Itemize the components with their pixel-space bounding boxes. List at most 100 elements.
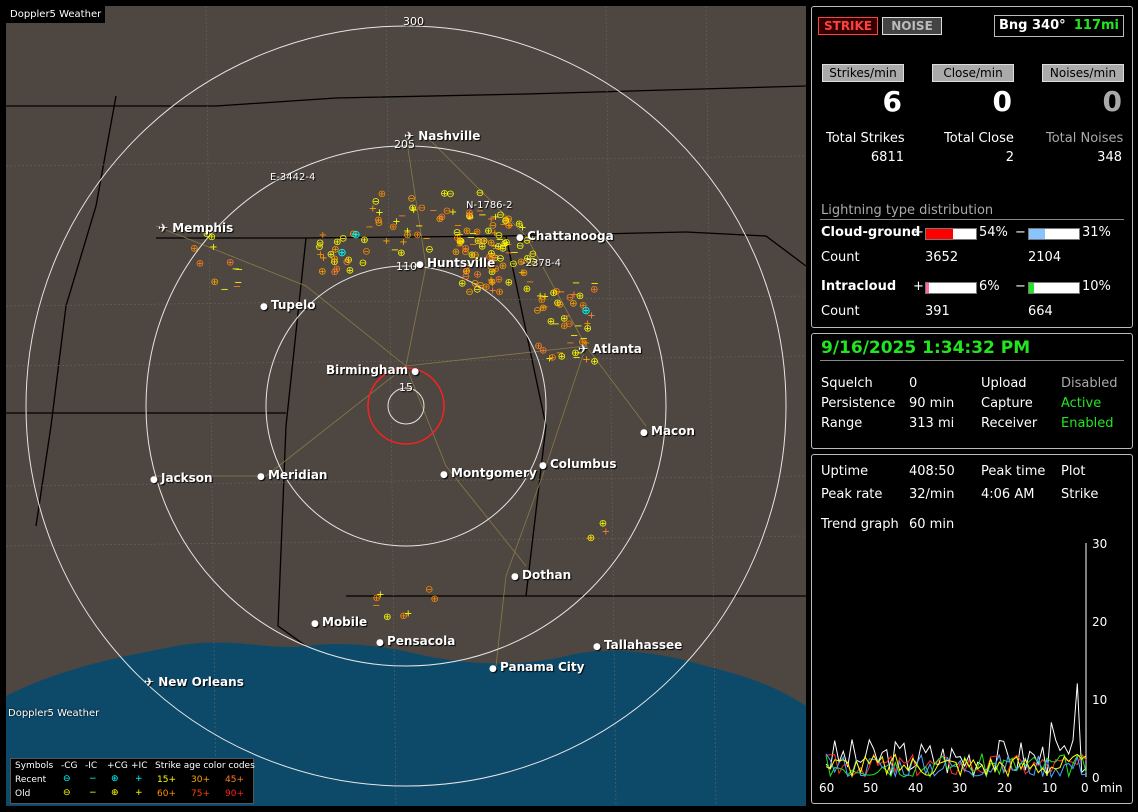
strike-marker: ⊕ bbox=[505, 278, 513, 289]
strike-marker: − bbox=[572, 278, 580, 289]
ic-positive-pct: 6% bbox=[979, 279, 1000, 294]
strike-marker: ⊕ bbox=[360, 235, 368, 246]
city-dot-icon: ● bbox=[150, 475, 161, 485]
strike-marker: − bbox=[455, 230, 463, 241]
peak-time-value: 4:06 AM bbox=[981, 487, 1035, 502]
trend-y-tick-30: 30 bbox=[1092, 537, 1108, 551]
symbol-legend: Symbols -CG -IC +CG +IC Strike age color… bbox=[10, 758, 255, 804]
strike-marker: ⊕ bbox=[383, 612, 391, 623]
city-dot-icon: ● bbox=[489, 664, 500, 674]
strike-marker: − bbox=[466, 213, 474, 224]
city-name: Memphis bbox=[172, 221, 234, 235]
ic-negative-bar bbox=[1028, 282, 1080, 294]
ic-positive-count: 391 bbox=[925, 304, 950, 319]
strike-marker: + bbox=[382, 236, 390, 247]
city-dot-icon: ● bbox=[539, 461, 550, 471]
noises-min-button[interactable]: Noises/min bbox=[1042, 64, 1124, 82]
city-dot-icon: ● bbox=[260, 302, 271, 312]
strike-marker: ⊕ bbox=[226, 258, 234, 269]
strike-mode-button[interactable]: STRIKE bbox=[818, 17, 878, 35]
city-label-tupelo: ● Tupelo bbox=[260, 298, 316, 312]
capture-label: Capture bbox=[981, 396, 1033, 411]
distance-value: 117mi bbox=[1073, 18, 1119, 33]
city-name: Macon bbox=[651, 424, 695, 438]
city-label-birmingham: Birmingham ● bbox=[326, 363, 419, 377]
city-label-columbus: ● Columbus bbox=[539, 457, 617, 471]
strike-marker: ⊖ bbox=[359, 258, 367, 269]
strike-marker: ⊕ bbox=[556, 300, 564, 311]
strike-marker: − bbox=[557, 287, 565, 298]
noises-min-value: 0 bbox=[1102, 85, 1122, 118]
map-canvas: ⊖⊕−⊖+⊕⊕⊖⊖−⊕⊖−⊕−++⊕⊕−⊖−⊖⊕+⊖−⊕⊕⊕+⊖⊕⊕−⊕⊖⊕−⊕… bbox=[6, 6, 806, 806]
city-label-atlanta: ✈ Atlanta bbox=[578, 342, 642, 356]
close-min-button[interactable]: Close/min bbox=[932, 64, 1014, 82]
strike-marker: ⊕ bbox=[548, 352, 556, 363]
city-dot-icon: ● bbox=[511, 572, 522, 582]
strike-stats-panel: STRIKE NOISE Bng 340° 117mi Strikes/min … bbox=[811, 6, 1133, 328]
total-close-label: Total Close bbox=[944, 131, 1014, 146]
legend-pos-cg-header: +CG bbox=[107, 761, 128, 771]
city-name: Meridian bbox=[268, 468, 328, 482]
city-name: Birmingham bbox=[326, 363, 409, 377]
strike-marker: ⊖ bbox=[476, 188, 484, 199]
city-name: Nashville bbox=[418, 129, 481, 143]
capture-value: Active bbox=[1061, 396, 1102, 411]
upload-label: Upload bbox=[981, 376, 1027, 391]
squelch-label: Squelch bbox=[821, 376, 873, 391]
persistence-value: 90 min bbox=[909, 396, 955, 411]
city-name: Mobile bbox=[322, 615, 368, 629]
strike-marker: ⊕ bbox=[378, 189, 386, 200]
old-neg-cg-icon: ⊖ bbox=[63, 788, 71, 798]
city-dot-icon: ● bbox=[593, 642, 604, 652]
legend-code-30: 30+ bbox=[191, 775, 210, 785]
cg-positive-bar bbox=[925, 228, 977, 240]
trend-x-tick-50: 50 bbox=[863, 781, 879, 795]
status-panel: 9/16/2025 1:34:32 PM Squelch 0 Upload Di… bbox=[811, 333, 1133, 449]
city-dot-icon: ● bbox=[440, 470, 451, 480]
strike-marker: ⊕ bbox=[488, 277, 496, 288]
strike-marker: ⊕ bbox=[547, 317, 555, 328]
strike-marker: ⊕ bbox=[478, 242, 486, 253]
trend-x-tick-60: 60 bbox=[819, 781, 835, 795]
city-name: Atlanta bbox=[592, 342, 642, 356]
total-strikes-label: Total Strikes bbox=[826, 131, 905, 146]
datetime-display: 9/16/2025 1:34:32 PM bbox=[821, 338, 1031, 358]
cg-negative-sign: − bbox=[1015, 225, 1026, 240]
ic-count-label: Count bbox=[821, 304, 860, 319]
cg-negative-bar bbox=[1028, 228, 1080, 240]
city-name: Tupelo bbox=[271, 298, 316, 312]
legend-old-label: Old bbox=[15, 789, 31, 799]
city-dot-icon: ● bbox=[311, 619, 322, 629]
airport-icon: ✈ bbox=[404, 129, 419, 143]
range-label: Range bbox=[821, 416, 863, 431]
bearing-box: Bng 340° 117mi bbox=[994, 15, 1124, 37]
strike-marker: ⊕ bbox=[318, 266, 326, 277]
strike-marker: ⊕ bbox=[413, 230, 421, 241]
strike-marker: − bbox=[429, 206, 437, 217]
city-name: Columbus bbox=[550, 457, 617, 471]
airport-icon: ✈ bbox=[158, 221, 173, 235]
city-label-memphis: ✈ Memphis bbox=[158, 221, 233, 235]
strike-marker: ⊕ bbox=[431, 594, 439, 605]
strike-marker: ⊕ bbox=[569, 298, 577, 309]
plot-value[interactable]: Strike bbox=[1061, 487, 1098, 502]
strike-marker: + bbox=[392, 216, 400, 227]
noise-mode-button[interactable]: NOISE bbox=[882, 17, 942, 35]
strike-marker: ⊕ bbox=[373, 593, 381, 604]
city-dot-icon: ● bbox=[416, 260, 427, 270]
strike-marker: − bbox=[540, 302, 548, 313]
lightning-map[interactable]: ⊖ ⊕ − ⊖ + ⊕ ⊕ ⊖ ⊖ − ⊕ ⊖ − ⊕ − + + ⊕ ⊕ − ⊖ − ⊖ ⊕ + ⊖ − ⊕ ⊕ ⊕ + ⊖ ⊕ ⊕ − ⊕ ⊖ ⊕ − ⊕… bbox=[6, 6, 806, 806]
legend-pos-ic-header: +IC bbox=[131, 761, 148, 771]
plot-label: Plot bbox=[1061, 464, 1086, 479]
intracloud-label: Intracloud bbox=[821, 279, 897, 294]
strikes-min-button[interactable]: Strikes/min bbox=[822, 64, 904, 82]
trend-y-tick-20: 20 bbox=[1092, 615, 1108, 629]
city-label-jackson: ● Jackson bbox=[150, 471, 213, 485]
strike-marker: − bbox=[469, 228, 477, 239]
city-name: Montgomery bbox=[451, 466, 537, 480]
trend-x-tick-10: 10 bbox=[1042, 781, 1058, 795]
cg-negative-pct: 31% bbox=[1082, 225, 1111, 240]
uptime-value: 408:50 bbox=[909, 464, 955, 479]
trend-graph bbox=[825, 543, 1087, 779]
city-dot-icon: ● bbox=[376, 638, 387, 648]
